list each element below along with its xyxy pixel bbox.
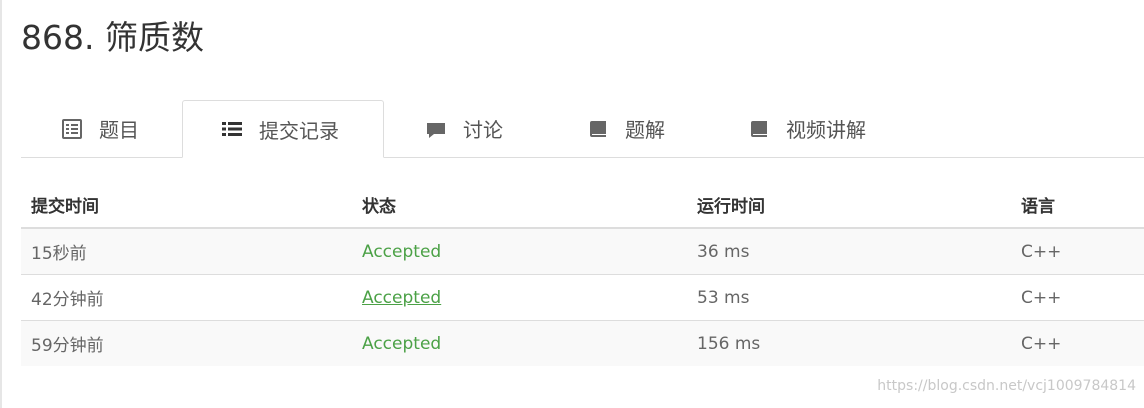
table-row: 42分钟前 Accepted 53 ms C++ bbox=[21, 274, 1144, 321]
tab-problem[interactable]: 题目 bbox=[61, 100, 139, 157]
language: C++ bbox=[1011, 320, 1144, 366]
tab-solutions-label: 题解 bbox=[625, 118, 665, 142]
submit-time: 42分钟前 bbox=[21, 274, 352, 321]
runtime: 53 ms bbox=[687, 274, 1011, 321]
status-link[interactable]: Accepted bbox=[362, 288, 441, 308]
status-cell: Accepted bbox=[352, 320, 687, 366]
header-language: 语言 bbox=[1011, 182, 1144, 229]
status-link[interactable]: Accepted bbox=[362, 242, 441, 262]
runtime: 156 ms bbox=[687, 320, 1011, 366]
header-runtime: 运行时间 bbox=[687, 182, 1011, 229]
language: C++ bbox=[1011, 274, 1144, 321]
book-icon bbox=[587, 118, 609, 140]
tab-discussion-label: 讨论 bbox=[463, 118, 503, 142]
table-header-row: 提交时间 状态 运行时间 语言 bbox=[21, 182, 1144, 229]
language: C++ bbox=[1011, 227, 1144, 275]
tab-submissions[interactable]: 提交记录 bbox=[182, 100, 384, 158]
submissions-table: 提交时间 状态 运行时间 语言 15秒前 Accepted 36 ms C++ … bbox=[21, 182, 1144, 366]
runtime: 36 ms bbox=[687, 227, 1011, 275]
table-row: 59分钟前 Accepted 156 ms C++ bbox=[21, 320, 1144, 366]
submit-time: 59分钟前 bbox=[21, 320, 352, 366]
status-cell: Accepted bbox=[352, 274, 687, 321]
status-link[interactable]: Accepted bbox=[362, 334, 441, 354]
tab-solutions[interactable]: 题解 bbox=[587, 100, 665, 157]
tab-video-solutions[interactable]: 视频讲解 bbox=[748, 100, 866, 157]
list-alt-icon bbox=[61, 118, 83, 140]
status-cell: Accepted bbox=[352, 227, 687, 275]
problem-tabs: 题目 提交记录 讨论 题解 视频讲解 bbox=[21, 100, 1144, 158]
submit-time: 15秒前 bbox=[21, 227, 352, 275]
tab-problem-label: 题目 bbox=[99, 118, 139, 142]
table-row: 15秒前 Accepted 36 ms C++ bbox=[21, 227, 1144, 275]
page-left-border bbox=[0, 0, 2, 408]
tab-video-solutions-label: 视频讲解 bbox=[786, 118, 866, 142]
watermark: https://blog.csdn.net/vcj1009784814 bbox=[877, 378, 1136, 394]
header-submit-time: 提交时间 bbox=[21, 182, 352, 229]
tab-discussion[interactable]: 讨论 bbox=[425, 100, 503, 157]
tab-submissions-label: 提交记录 bbox=[259, 118, 339, 143]
page-title: 868. 筛质数 bbox=[21, 18, 204, 57]
list-icon bbox=[221, 118, 243, 140]
comment-icon bbox=[425, 118, 447, 140]
header-status: 状态 bbox=[352, 182, 687, 229]
book-icon bbox=[748, 118, 770, 140]
